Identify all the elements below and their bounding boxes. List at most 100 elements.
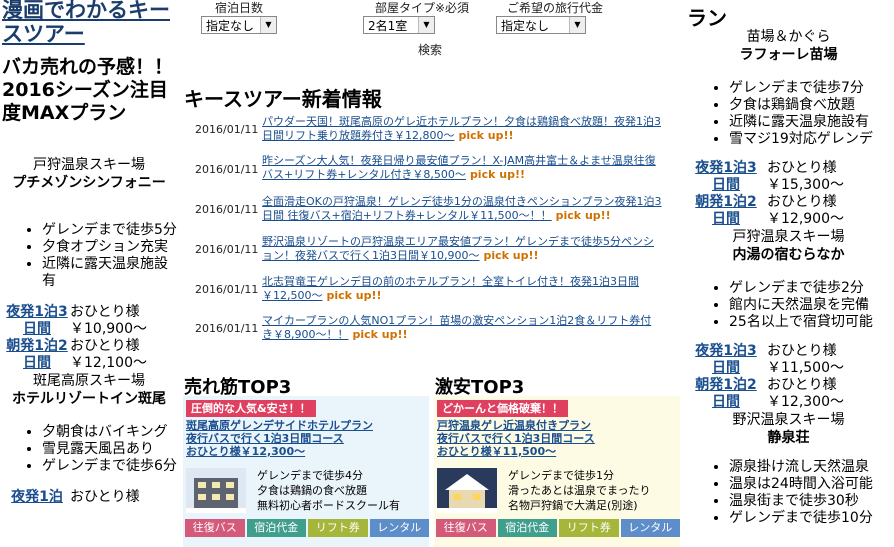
price-who: おひとり様 [767,343,837,359]
pick-up-badge: pick up!! [352,328,408,341]
cheap-tags: 往復バス 宿泊代金 リフト券 レンタル [436,519,680,537]
price-who: おひとり様 [767,194,837,210]
price-who: おひとり様 [70,489,140,505]
best-ribbon: 圧倒的な人気&安さ！！ [186,400,316,417]
plan-link[interactable]: 朝発1泊2日間 [693,194,759,228]
plan-line: おひとり様￥12,300～ [186,445,306,458]
news-date: 2016/01/11 [195,203,259,216]
tag-bus: 往復バス [436,519,496,537]
hotel-name: ホテルリゾートイン斑尾 [12,391,166,407]
news-link[interactable]: 野沢温泉リゾートの戸狩温泉エリア最安値プラン！ゲレンデまで徒歩5分ペンション！夜… [262,235,654,262]
plan-line: おひとり様￥11,500～ [437,445,557,458]
price-row: 朝発1泊2日間 おひとり様 ￥12,900～ [683,194,894,228]
feature-item: 無料初心者ボードスクール有 [257,499,400,512]
chevron-down-icon: ▼ [569,17,585,33]
feature-item: 雪見露天風呂あり [42,441,178,458]
feature-item: ゲレンデまで徒歩6分 [42,458,178,475]
price-amount: ￥12,300～ [767,394,844,410]
feature-item: 25名以上で宿貸切可能 [729,314,894,331]
feature-item: ゲレンデまで徒歩5分 [42,222,178,239]
tag-stay: 宿泊代金 [246,519,306,537]
price-who: おひとり様 [767,160,837,176]
news-item: 北志賀竜王ゲレンデ目の前のホテルプラン！全室トイレ付き！夜発1泊3日間￥12,5… [262,275,662,303]
room-select[interactable]: 2名1室 ▼ [363,16,435,34]
plan-link[interactable]: 朝発1泊2日間 [693,377,759,411]
feature-item: ゲレンデまで徒歩2分 [729,280,894,297]
search-button[interactable]: 検索 [418,41,442,58]
tag-lift: リフト券 [559,519,619,537]
hotel-photo [186,468,246,513]
cheap-features: ゲレンデまで徒歩1分 滑ったあとは温泉でまったり 名物戸狩鍋で大満足(別途) [508,468,678,513]
feature-item: 館内に天然温泉を完備 [729,297,894,314]
price-amount: ￥12,900～ [767,211,844,227]
budget-select[interactable]: 指定なし ▼ [496,16,586,34]
news-date: 2016/01/11 [195,283,259,296]
hotel-features: ゲレンデまで徒歩7分 夕食は鶏鍋食べ放題 近隣に露天温泉施設有 雪マジ19対応ゲ… [683,80,894,148]
best-plan-link[interactable]: 斑尾高原ゲレンデサイドホテルプラン 夜行バスで行く1泊3日間コース おひとり様￥… [186,419,426,458]
feature-item: 夕食は鶏鍋食べ放題 [729,97,894,114]
news-link[interactable]: マイカープランの人気NO1プラン！苗場の激安ペンション1泊2食＆リフト券付き￥8… [262,314,651,341]
feature-item: 温泉は24時間入浴可能 [729,476,894,493]
price-row: 朝発1泊2日間 おひとり様 ￥12,100～ [0,338,178,372]
price-row: 夜発1泊3日間 おひとり様 ￥11,500～ [683,343,894,377]
news-link[interactable]: 昨シーズン大人気！夜発日帰り最安値プラン！X-JAM高井富士＆よませ温泉往復バス… [262,154,656,181]
feature-item: 夕食は鶏鍋の食べ放題 [257,484,367,497]
budget-value: 指定なし [501,19,550,33]
cheap-plan-link[interactable]: 戸狩温泉ゲレ近温泉付きプラン 夜行バスで行く1泊3日間コース おひとり様￥11,… [437,419,677,458]
plan-link[interactable]: 朝発1泊2日間 [4,338,70,372]
tag-bus: 往復バス [185,519,245,537]
price-who: おひとり様 [70,304,140,320]
tag-rental: レンタル [369,519,429,537]
tag-rental: レンタル [620,519,680,537]
plan-line: 斑尾高原ゲレンデサイドホテルプラン [186,419,373,432]
tag-stay: 宿泊代金 [497,519,557,537]
news-item: 昨シーズン大人気！夜発日帰り最安値プラン！X-JAM高井富士＆よませ温泉往復バス… [262,154,662,182]
best-features: ゲレンデまで徒歩4分 夕食は鶏鍋の食べ放題 無料初心者ボードスクール有 [257,468,427,513]
feature-item: ゲレンデまで徒歩4分 [257,469,363,482]
right-hotels: 苗場＆かぐら ラフォーレ苗場 ゲレンデまで徒歩7分 夕食は鶏鍋食べ放題 近隣に露… [683,28,894,527]
chevron-down-icon: ▼ [418,17,434,33]
news-date: 2016/01/11 [195,123,259,136]
cheap-ribbon: どかーんと価格破棄！！ [437,400,568,417]
nights-value: 指定なし [206,19,255,33]
feature-item: 夕朝食はバイキング [42,424,178,441]
price-row: 夜発1泊3日間 おひとり様 ￥10,900～ [0,304,178,338]
hotel-area: 戸狩温泉スキー場 [33,157,145,173]
hotel-features: 夕朝食はバイキング 雪見露天風呂あり ゲレンデまで徒歩6分 [0,424,178,475]
news-title: キースツアー新着情報 [184,87,382,111]
pick-up-badge: pick up!! [555,209,611,222]
best-tags: 往復バス 宿泊代金 リフト券 レンタル [185,519,429,537]
price-amount: ￥12,100～ [70,355,147,371]
feature-item: 夕食オプション充実 [42,239,178,256]
news-date: 2016/01/11 [195,243,259,256]
plan-link[interactable]: 夜発1泊3日間 [4,304,70,338]
pick-up-badge: pick up!! [458,129,514,142]
feature-item: 温泉街まで徒歩30秒 [729,493,894,510]
news-link[interactable]: 北志賀竜王ゲレンデ目の前のホテルプラン！全室トイレ付き！夜発1泊3日間￥12,5… [262,275,639,302]
news-date: 2016/01/11 [195,163,259,176]
news-item: 野沢温泉リゾートの戸狩温泉エリア最安値プラン！ゲレンデまで徒歩5分ペンション！夜… [262,235,662,263]
price-amount: ￥10,900～ [70,321,147,337]
plan-link[interactable]: 夜発1泊3日間 [693,343,759,377]
hotel-area: 斑尾高原スキー場 [33,373,145,389]
plan-line: 戸狩温泉ゲレ近温泉付きプラン [437,419,591,432]
right-column: ラン 苗場＆かぐら ラフォーレ苗場 ゲレンデまで徒歩7分 夕食は鶏鍋食べ放題 近… [683,0,894,547]
pick-up-badge: pick up!! [483,249,539,262]
nights-select[interactable]: 指定なし ▼ [201,16,277,34]
news-date: 2016/01/11 [195,322,259,335]
hotel-features: ゲレンデまで徒歩5分 夕食オプション充実 近隣に露天温泉施設有 [0,222,178,290]
hotel-area: 苗場＆かぐら [746,29,831,45]
best-top3-panel: 圧倒的な人気&安さ！！ 斑尾高原ゲレンデサイドホテルプラン 夜行バスで行く1泊3… [183,396,429,547]
price-amount: ￥11,500～ [767,360,844,376]
plan-line: 夜行バスで行く1泊3日間コース [186,432,344,445]
hotel-name: 静泉荘 [767,430,810,446]
plan-link[interactable]: 夜発1泊 [4,489,70,506]
room-label: 部屋タイプ※必須 [375,1,470,15]
feature-item: 源泉掛け流し天然温泉 [729,459,894,476]
left-hotel-1: 戸狩温泉スキー場 プチメゾンシンフォニー ゲレンデまで徒歩5分 夕食オプション充… [0,156,178,523]
feature-title: バカ売れの予感！！2016シーズン注目度MAXプラン [2,56,174,124]
tag-lift: リフト券 [308,519,368,537]
plan-link[interactable]: 夜発1泊3日間 [693,160,759,194]
hotel-area: 野沢温泉スキー場 [732,412,845,428]
site-title-link[interactable]: 漫画でわかるキースツアー [2,0,178,46]
